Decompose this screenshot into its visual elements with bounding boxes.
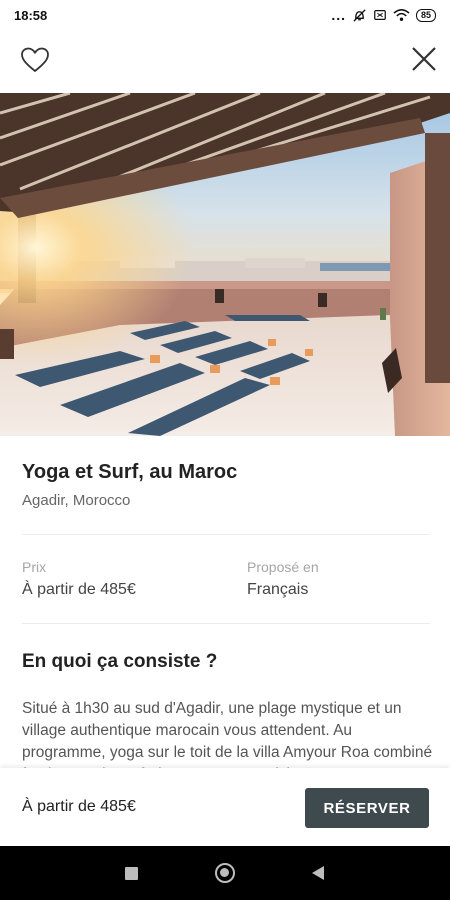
description-text: Situé à 1h30 au sud d'Agadir, une plage … (22, 700, 433, 768)
top-bar (0, 30, 450, 92)
back-icon[interactable] (312, 866, 324, 880)
notification-dots: ... (331, 7, 346, 23)
language-value: Français (247, 581, 309, 598)
booking-bar: À partir de 485€ RÉSERVER (0, 768, 450, 846)
hero-image (0, 93, 450, 436)
status-time: 18:58 (14, 7, 48, 23)
do-not-disturb-icon (353, 8, 366, 22)
divider (22, 534, 430, 535)
battery-icon: 85 (415, 8, 436, 22)
status-bar: 18:58 ... 85 (0, 0, 450, 30)
retreat-location: Agadir, Morocco (22, 492, 131, 509)
section-title: En quoi ça consiste ? (22, 651, 218, 672)
navigation-bar (0, 846, 450, 900)
price-label: Prix (22, 559, 47, 575)
home-icon[interactable] (215, 863, 235, 883)
wifi-icon (393, 9, 410, 21)
language-label: Proposé en (247, 559, 319, 575)
recent-apps-icon[interactable] (125, 867, 138, 880)
sim-icon (374, 10, 386, 20)
close-icon[interactable] (411, 46, 437, 72)
divider (22, 623, 430, 624)
price-value: À partir de 485€ (22, 581, 136, 598)
booking-price: À partir de 485€ (22, 798, 136, 815)
retreat-title: Yoga et Surf, au Maroc (22, 461, 238, 483)
status-icons: ... 85 (331, 7, 436, 23)
reserve-button[interactable]: RÉSERVER (305, 788, 429, 828)
heart-outline-icon[interactable] (20, 46, 50, 74)
